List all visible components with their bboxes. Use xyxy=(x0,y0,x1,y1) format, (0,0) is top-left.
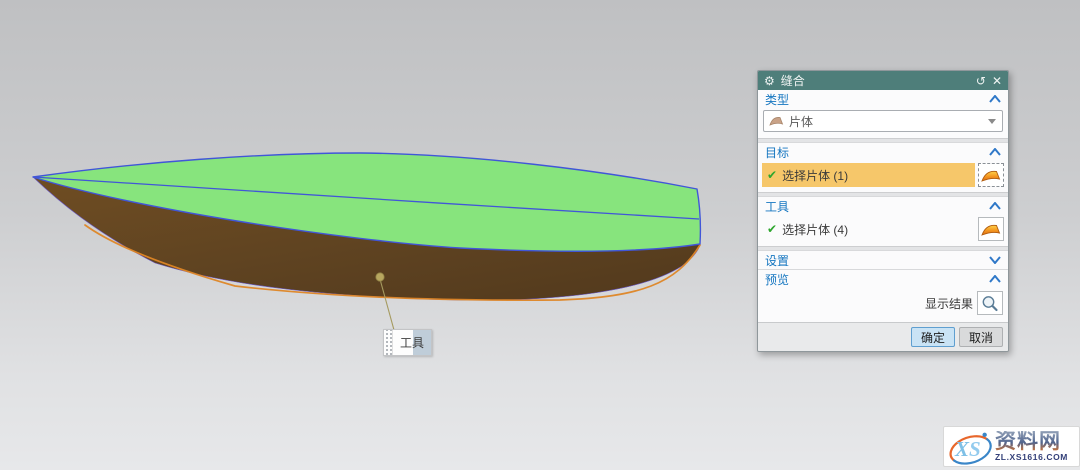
watermark-site-url: ZL.XS1616.COM xyxy=(995,453,1068,462)
tooltip-anchor-ball[interactable] xyxy=(376,273,384,281)
section-header-settings[interactable]: 设置 xyxy=(758,251,1008,269)
sew-dialog[interactable]: ⚙ 缝合 ↺ ✕ 类型 片体 目标 ✔ 选择片体 (1) xyxy=(757,70,1009,352)
tool-select-label: 选择片体 (4) xyxy=(782,221,848,238)
check-icon: ✔ xyxy=(767,222,777,236)
watermark-site-name: 资料网 xyxy=(995,431,1061,452)
section-label-target: 目标 xyxy=(765,144,989,161)
target-select-field[interactable]: ✔ 选择片体 (1) xyxy=(762,163,975,187)
section-header-target[interactable]: 目标 xyxy=(758,143,1008,161)
xs-logo-icon: XS xyxy=(947,428,993,466)
target-select-row[interactable]: ✔ 选择片体 (1) xyxy=(762,163,1004,187)
tool-select-sheet-button[interactable] xyxy=(978,217,1004,241)
show-result-label: 显示结果 xyxy=(925,295,973,312)
close-icon[interactable]: ✕ xyxy=(992,75,1002,87)
section-header-preview[interactable]: 预览 xyxy=(758,270,1008,288)
sheet-body-icon xyxy=(769,115,784,127)
section-label-preview: 预览 xyxy=(765,271,989,288)
magnifier-icon xyxy=(981,295,999,312)
select-sheet-icon xyxy=(981,168,1001,183)
type-dropdown[interactable]: 片体 xyxy=(763,110,1003,132)
section-label-tool: 工具 xyxy=(765,198,989,215)
check-icon: ✔ xyxy=(767,168,777,182)
dialog-title-bar[interactable]: ⚙ 缝合 ↺ ✕ xyxy=(758,71,1008,90)
selection-tooltip[interactable]: 工具 xyxy=(383,329,432,356)
ok-button[interactable]: 确定 xyxy=(911,327,955,347)
target-select-label: 选择片体 (1) xyxy=(782,167,848,184)
section-header-type[interactable]: 类型 xyxy=(758,90,1008,108)
chevron-up-icon[interactable] xyxy=(989,202,1001,210)
tool-select-field[interactable]: ✔ 选择片体 (4) xyxy=(762,217,975,241)
section-label-settings: 设置 xyxy=(765,252,989,269)
watermark-badge: XS 资料网 ZL.XS1616.COM xyxy=(943,426,1080,467)
tooltip-grip-handle[interactable] xyxy=(384,330,393,355)
reset-icon[interactable]: ↺ xyxy=(976,75,986,87)
gear-icon: ⚙ xyxy=(764,75,775,87)
select-sheet-icon xyxy=(981,222,1001,237)
dialog-footer: 确定 取消 xyxy=(758,322,1008,351)
show-result-button[interactable] xyxy=(977,291,1003,315)
section-header-tool[interactable]: 工具 xyxy=(758,197,1008,215)
chevron-down-icon[interactable] xyxy=(989,256,1001,264)
chevron-up-icon[interactable] xyxy=(989,275,1001,283)
chevron-up-icon[interactable] xyxy=(989,95,1001,103)
tool-select-row[interactable]: ✔ 选择片体 (4) xyxy=(762,217,1004,241)
section-label-type: 类型 xyxy=(765,91,989,108)
preview-result-row: 显示结果 xyxy=(763,291,1003,315)
chevron-down-icon[interactable] xyxy=(988,119,996,124)
dialog-title: 缝合 xyxy=(781,72,805,89)
tooltip-label: 工具 xyxy=(393,330,431,355)
svg-text:XS: XS xyxy=(954,437,981,461)
target-select-sheet-button[interactable] xyxy=(978,163,1004,187)
cancel-button[interactable]: 取消 xyxy=(959,327,1003,347)
chevron-up-icon[interactable] xyxy=(989,148,1001,156)
type-dropdown-value: 片体 xyxy=(789,113,983,130)
